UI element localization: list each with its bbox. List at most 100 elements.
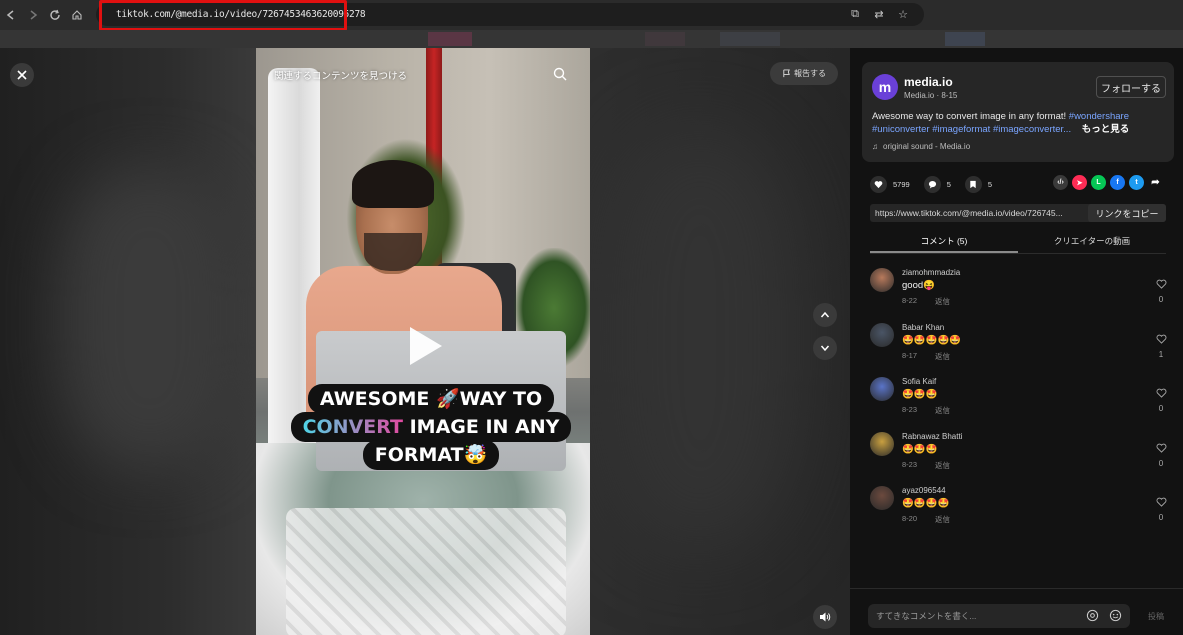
hashtag-link[interactable]: #imageconverter... bbox=[993, 124, 1071, 135]
send-icon[interactable]: ➤ bbox=[1072, 175, 1087, 190]
comment-like[interactable]: 0 bbox=[1154, 385, 1168, 413]
close-button[interactable] bbox=[10, 63, 34, 87]
author-subtitle: Media.io · 8-15 bbox=[904, 91, 958, 100]
browser-toolbar: tiktok.com/@media.io/video/7267453463620… bbox=[0, 0, 1183, 31]
back-icon[interactable] bbox=[0, 4, 22, 26]
heart-outline-icon bbox=[1156, 388, 1166, 398]
author-card: m media.io Media.io · 8-15 フォローする Awesom… bbox=[862, 62, 1174, 162]
video-stage: 報告する 関連するコンテンツを見つける AWESOME 🚀WAY TO CONV… bbox=[0, 48, 850, 635]
like-stat[interactable]: 5799 bbox=[870, 175, 910, 193]
comment-like[interactable]: 1 bbox=[1154, 331, 1168, 359]
embed-icon[interactable]: ‹/› bbox=[1053, 175, 1068, 190]
reply-link[interactable]: 返信 bbox=[935, 405, 950, 416]
commenter-name[interactable]: ziamohmmadzia bbox=[902, 268, 960, 277]
hashtag-link[interactable]: #imageformat bbox=[932, 124, 990, 135]
side-panel: m media.io Media.io · 8-15 フォローする Awesom… bbox=[850, 48, 1183, 635]
author-name[interactable]: media.io bbox=[904, 75, 953, 89]
sound-name: original sound - Media.io bbox=[883, 142, 971, 151]
save-count: 5 bbox=[987, 179, 993, 189]
comment-icon bbox=[923, 175, 941, 193]
cast-icon[interactable]: ⧉ bbox=[848, 7, 862, 21]
forward-icon[interactable] bbox=[22, 4, 44, 26]
reply-link[interactable]: 返信 bbox=[935, 460, 950, 471]
close-icon bbox=[17, 70, 27, 80]
star-icon[interactable]: ☆ bbox=[896, 7, 910, 21]
line-icon[interactable]: L bbox=[1091, 175, 1106, 190]
caption-line-3: FORMAT🤯 bbox=[362, 440, 500, 470]
comment-stat[interactable]: 5 bbox=[923, 175, 951, 193]
commenter-avatar[interactable] bbox=[870, 268, 894, 292]
commenter-avatar[interactable] bbox=[870, 322, 894, 347]
comment-like[interactable]: 0 bbox=[1154, 494, 1168, 522]
save-stat[interactable]: 5 bbox=[964, 175, 993, 193]
comment-date: 8-20 bbox=[902, 514, 918, 523]
commenter-name[interactable]: ayaz096544 bbox=[902, 486, 946, 495]
volume-button[interactable] bbox=[813, 605, 837, 629]
facebook-icon[interactable]: f bbox=[1110, 175, 1125, 190]
heart-outline-icon bbox=[1156, 443, 1166, 453]
twitter-icon[interactable]: t bbox=[1129, 175, 1144, 190]
forward-share-icon[interactable]: ➦ bbox=[1148, 175, 1163, 190]
report-button[interactable]: 報告する bbox=[770, 62, 838, 85]
reply-link[interactable]: 返信 bbox=[935, 351, 950, 362]
comment-like-count: 0 bbox=[1158, 513, 1164, 522]
comment-text: 🤩🤩🤩 bbox=[902, 443, 938, 455]
hashtag-link[interactable]: #wondershare bbox=[1069, 111, 1129, 122]
commenter-avatar[interactable] bbox=[870, 431, 894, 456]
bookmark-icon bbox=[964, 175, 982, 193]
comment-item: ayaz096544 🤩🤩🤩🤩 8-20 返信 0 bbox=[870, 484, 1168, 539]
hashtag-link[interactable]: #uniconverter bbox=[872, 124, 930, 135]
at-mention-icon[interactable] bbox=[1086, 609, 1099, 622]
comment-text: 🤩🤩🤩 bbox=[902, 389, 938, 400]
reload-icon[interactable] bbox=[44, 4, 66, 26]
share-buttons: ‹/› ➤ L f t ➦ bbox=[1053, 175, 1163, 190]
tab-comments[interactable]: コメント (5) bbox=[870, 230, 1018, 253]
commenter-name[interactable]: Babar Khan bbox=[902, 323, 944, 332]
previous-video-button[interactable] bbox=[813, 303, 837, 327]
chevron-up-icon bbox=[820, 311, 830, 318]
emoji-icon[interactable] bbox=[1109, 609, 1122, 622]
commenter-name[interactable]: Sofia Kaif bbox=[902, 377, 936, 386]
video-player[interactable]: 関連するコンテンツを見つける AWESOME 🚀WAY TO CONVERT I… bbox=[256, 48, 590, 635]
translate-icon[interactable]: ⇄ bbox=[872, 7, 886, 21]
sound-link[interactable]: ♫ original sound - Media.io bbox=[872, 142, 970, 151]
heart-outline-icon bbox=[1156, 334, 1166, 344]
video-description: Awesome way to convert image in any form… bbox=[872, 110, 1164, 136]
see-more-link[interactable]: もっと見る bbox=[1082, 124, 1130, 135]
author-avatar[interactable]: m bbox=[872, 74, 898, 100]
related-content-link[interactable]: 関連するコンテンツを見つける bbox=[274, 68, 407, 82]
commenter-name[interactable]: Rabnawaz Bhatti bbox=[902, 432, 962, 441]
follow-button[interactable]: フォローする bbox=[1096, 76, 1166, 98]
post-button[interactable]: 投稿 bbox=[1148, 611, 1164, 622]
comment-item: Sofia Kaif 🤩🤩🤩 8-23 返信 0 bbox=[870, 375, 1168, 430]
comment-like-count: 0 bbox=[1158, 458, 1164, 468]
comment-list: ziamohmmadzia good😝 8-22 返信 0 Babar Khan … bbox=[870, 266, 1168, 539]
flag-icon bbox=[783, 69, 790, 78]
reply-link[interactable]: 返信 bbox=[935, 514, 950, 525]
commenter-avatar[interactable] bbox=[870, 486, 894, 510]
home-icon[interactable] bbox=[66, 4, 88, 26]
comment-like[interactable]: 0 bbox=[1154, 276, 1168, 304]
share-link-text[interactable]: https://www.tiktok.com/@media.io/video/7… bbox=[875, 208, 1087, 218]
comment-like-count: 0 bbox=[1158, 295, 1164, 304]
comment-text: good😝 bbox=[902, 280, 935, 291]
comment-date: 8-23 bbox=[902, 405, 918, 414]
play-icon[interactable] bbox=[406, 325, 444, 367]
reply-link[interactable]: 返信 bbox=[935, 296, 950, 307]
comment-text: 🤩🤩🤩🤩🤩 bbox=[902, 334, 962, 346]
tab-creator-videos[interactable]: クリエイターの動画 bbox=[1018, 230, 1166, 253]
comment-item: Rabnawaz Bhatti 🤩🤩🤩 8-23 返信 0 bbox=[870, 430, 1168, 485]
comment-like[interactable]: 0 bbox=[1154, 440, 1168, 468]
comment-item: ziamohmmadzia good😝 8-22 返信 0 bbox=[870, 266, 1168, 321]
copy-link-button[interactable]: リンクをコピー bbox=[1088, 204, 1166, 222]
url-highlight-box bbox=[99, 0, 347, 31]
chevron-down-icon bbox=[820, 345, 830, 352]
search-icon[interactable] bbox=[552, 66, 568, 82]
heart-outline-icon bbox=[1156, 279, 1166, 289]
next-video-button[interactable] bbox=[813, 336, 837, 360]
report-label: 報告する bbox=[794, 69, 826, 78]
comment-date: 8-22 bbox=[902, 296, 918, 305]
commenter-avatar[interactable] bbox=[870, 377, 894, 401]
speaker-icon bbox=[820, 612, 831, 622]
like-count: 5799 bbox=[893, 179, 910, 189]
